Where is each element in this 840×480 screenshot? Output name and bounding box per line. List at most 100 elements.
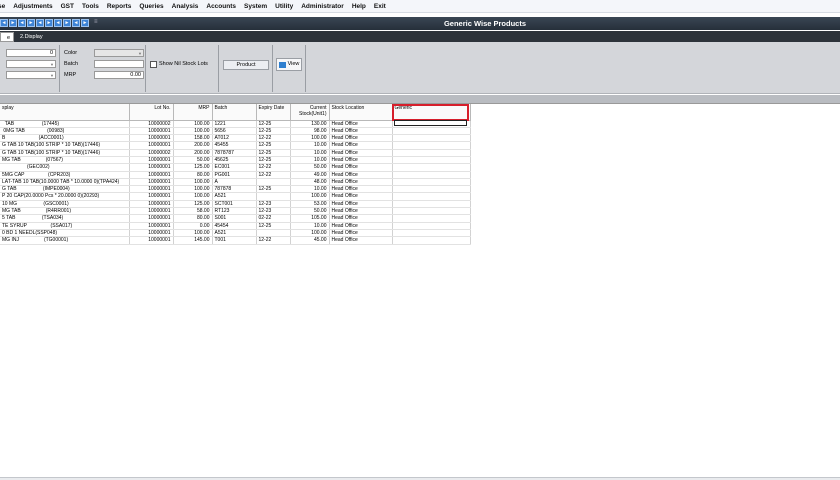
cell-mrp[interactable]: 100.00: [173, 229, 213, 238]
cell-lot-no[interactable]: 10000001: [129, 141, 174, 150]
table-row[interactable]: 0MG TAB (00983) 10000001 100.00 5656 12-25 98…: [0, 127, 471, 136]
cell-product[interactable]: 5 TAB (TSA034): [0, 214, 130, 223]
cell-lot-no[interactable]: 10000001: [129, 192, 174, 201]
cell-generic[interactable]: [392, 134, 471, 143]
cell-product[interactable]: LAT-TAB 10 TAB(10.0000 TAB * 10.0000 0)(…: [0, 178, 130, 187]
cell-generic[interactable]: [392, 222, 471, 230]
cell-lot-no[interactable]: 10000001: [129, 207, 174, 216]
quantity-field[interactable]: 0: [6, 49, 56, 57]
show-nil-stock-checkbox[interactable]: [150, 61, 157, 68]
cell-location[interactable]: Head Office: [329, 178, 393, 187]
tab-selection[interactable]: e: [0, 32, 14, 42]
menu-item[interactable]: Reports: [107, 3, 132, 10]
cell-stock[interactable]: 10.00: [290, 156, 330, 165]
cell-expiry[interactable]: 12-25: [256, 185, 291, 194]
tab-display[interactable]: 2.Display: [14, 32, 49, 42]
col-header-mrp[interactable]: MRP: [173, 104, 213, 121]
cell-lot-no[interactable]: 10000001: [129, 156, 174, 165]
col-header-lot-no[interactable]: Lot No.: [129, 104, 174, 121]
cell-location[interactable]: Head Office: [329, 229, 393, 238]
table-row[interactable]: G TAB 10 TAB(100 STRIP * 10 TAB)(17446) 1…: [0, 149, 471, 158]
cell-batch[interactable]: 45455: [212, 141, 257, 150]
cell-mrp[interactable]: 100.00: [173, 178, 213, 187]
cell-lot-no[interactable]: 10000001: [129, 229, 174, 238]
cell-generic[interactable]: [392, 149, 471, 158]
cell-expiry[interactable]: [256, 192, 291, 201]
cell-generic[interactable]: [392, 236, 471, 245]
cell-batch[interactable]: SCT001: [212, 200, 257, 209]
col-header-stock-location[interactable]: Stock Location: [329, 104, 393, 121]
cell-stock[interactable]: 130.00: [290, 120, 330, 128]
cell-expiry[interactable]: 12-25: [256, 127, 291, 136]
cell-mrp[interactable]: 100.00: [173, 127, 213, 136]
cell-mrp[interactable]: 145.00: [173, 236, 213, 245]
cell-product[interactable]: MG TAB (07567): [0, 156, 130, 165]
cell-product[interactable]: P 20 CAP(20.0000 Pcs * 20.0000 0)(20293): [0, 192, 130, 201]
cell-generic[interactable]: [392, 141, 471, 150]
cell-batch[interactable]: A521: [212, 192, 257, 201]
table-row[interactable]: (GEC002) 10000001 125.00 EC001 12-22 50.00 Hea…: [0, 163, 471, 172]
cell-batch[interactable]: RT123: [212, 207, 257, 216]
cell-location[interactable]: Head Office: [329, 207, 393, 216]
table-row[interactable]: LAT-TAB 10 TAB(10.0000 TAB * 10.0000 0)(…: [0, 178, 471, 187]
cell-generic[interactable]: [392, 163, 471, 172]
cell-stock[interactable]: 10.00: [290, 149, 330, 158]
filter-dropdown-1[interactable]: ▼: [6, 60, 56, 68]
cell-generic[interactable]: [392, 214, 471, 223]
cell-product[interactable]: 10 MG (GSC0001): [0, 200, 130, 209]
cell-expiry[interactable]: 12-25: [256, 222, 291, 230]
cell-batch[interactable]: EC001: [212, 163, 257, 172]
cell-lot-no[interactable]: 10000002: [129, 120, 174, 128]
cell-mrp[interactable]: 200.00: [173, 149, 213, 158]
cell-location[interactable]: Head Office: [329, 149, 393, 158]
generic-active-cell[interactable]: [394, 120, 467, 126]
cell-mrp[interactable]: 125.00: [173, 163, 213, 172]
cell-generic[interactable]: [392, 156, 471, 165]
table-row[interactable]: G TAB (IMPE0004) 10000001 100.00 787878 12-2…: [0, 185, 471, 194]
cell-mrp[interactable]: 100.00: [173, 185, 213, 194]
menu-item[interactable]: GST: [61, 3, 74, 10]
table-row[interactable]: MG TAB (07567) 10000001 50.00 45625 12-25 10.…: [0, 156, 471, 165]
cell-location[interactable]: Head Office: [329, 185, 393, 194]
table-row[interactable]: MG TAB (R4RR001) 10000001 58.00 RT123 12-23 5…: [0, 207, 471, 216]
cell-stock[interactable]: 98.00: [290, 127, 330, 136]
menu-item[interactable]: Utility: [275, 3, 293, 10]
cell-stock[interactable]: 45.00: [290, 236, 330, 245]
cell-batch[interactable]: 7878787: [212, 149, 257, 158]
cell-lot-no[interactable]: 10000001: [129, 178, 174, 187]
table-row[interactable]: 10 MG (GSC0001) 10000001 125.00 SCT001 12-23…: [0, 200, 471, 209]
col-header-product[interactable]: splay: [0, 104, 130, 121]
cell-batch[interactable]: 45625: [212, 156, 257, 165]
color-dropdown[interactable]: ▼: [94, 49, 144, 57]
cell-expiry[interactable]: [256, 229, 291, 238]
product-button[interactable]: Product: [223, 60, 269, 70]
cell-expiry[interactable]: 12-23: [256, 207, 291, 216]
cell-lot-no[interactable]: 10000001: [129, 163, 174, 172]
cell-expiry[interactable]: 12-25: [256, 149, 291, 158]
cell-stock[interactable]: 53.00: [290, 200, 330, 209]
menu-item[interactable]: Analysis: [172, 3, 199, 10]
cell-generic[interactable]: [392, 192, 471, 201]
cell-stock[interactable]: 100.00: [290, 192, 330, 201]
menu-item[interactable]: Exit: [374, 3, 386, 10]
cell-product[interactable]: (GEC002): [0, 163, 130, 172]
col-header-batch[interactable]: Batch: [212, 104, 257, 121]
cell-generic[interactable]: [392, 229, 471, 238]
cell-batch[interactable]: 45454: [212, 222, 257, 230]
cell-lot-no[interactable]: 10000001: [129, 171, 174, 179]
cell-product[interactable]: 0 BD 1 NEEDL(SSP048): [0, 229, 130, 238]
cell-stock[interactable]: 10.00: [290, 185, 330, 194]
cell-lot-no[interactable]: 10000001: [129, 200, 174, 209]
cell-product[interactable]: G TAB (IMPE0004): [0, 185, 130, 194]
cell-generic[interactable]: [392, 200, 471, 209]
mrp-field[interactable]: 0.00: [94, 71, 144, 79]
cell-mrp[interactable]: 50.00: [173, 156, 213, 165]
cell-location[interactable]: Head Office: [329, 127, 393, 136]
cell-location[interactable]: Head Office: [329, 214, 393, 223]
cell-expiry[interactable]: 12-25: [256, 156, 291, 165]
cell-generic[interactable]: [392, 185, 471, 194]
cell-batch[interactable]: 5656: [212, 127, 257, 136]
view-button[interactable]: View: [276, 58, 302, 71]
cell-stock[interactable]: 10.00: [290, 141, 330, 150]
cell-stock[interactable]: 49.00: [290, 171, 330, 179]
